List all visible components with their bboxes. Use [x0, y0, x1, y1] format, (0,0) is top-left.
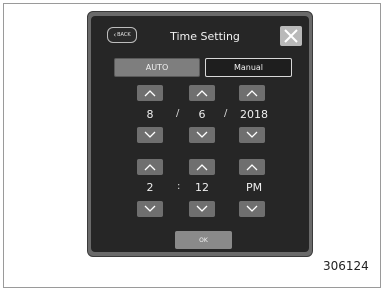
figure-number: 306124	[323, 259, 369, 273]
time-separator: :	[177, 181, 181, 192]
month-up-button[interactable]	[137, 85, 163, 101]
day-up-button[interactable]	[189, 85, 215, 101]
back-label: BACK	[117, 32, 131, 38]
period-value: PM	[245, 181, 263, 194]
minute-value: 12	[195, 181, 209, 194]
manual-mode-button[interactable]: Manual	[205, 58, 292, 77]
auto-mode-button[interactable]: AUTO	[114, 58, 200, 77]
ok-button[interactable]: OK	[175, 231, 232, 249]
chevron-down-icon	[246, 131, 258, 138]
chevron-up-icon	[196, 164, 208, 171]
chevron-down-icon	[246, 205, 258, 212]
chevron-left-icon: ‹	[113, 31, 117, 39]
chevron-up-icon	[196, 90, 208, 97]
chevron-down-icon	[196, 205, 208, 212]
close-button[interactable]	[280, 26, 302, 46]
year-up-button[interactable]	[239, 85, 265, 101]
year-value: 2018	[240, 108, 268, 121]
chevron-down-icon	[144, 205, 156, 212]
hour-down-button[interactable]	[137, 201, 163, 217]
chevron-up-icon	[246, 164, 258, 171]
chevron-up-icon	[144, 90, 156, 97]
chevron-up-icon	[246, 90, 258, 97]
back-button[interactable]: ‹ BACK	[107, 27, 137, 43]
date-separator: /	[176, 108, 180, 119]
chevron-down-icon	[144, 131, 156, 138]
month-value: 8	[146, 108, 154, 121]
page-title: Time Setting	[170, 30, 240, 43]
month-down-button[interactable]	[137, 127, 163, 143]
period-down-button[interactable]	[239, 201, 265, 217]
day-down-button[interactable]	[189, 127, 215, 143]
day-value: 6	[198, 108, 206, 121]
period-up-button[interactable]	[239, 159, 265, 175]
minute-down-button[interactable]	[189, 201, 215, 217]
hour-value: 2	[146, 181, 154, 194]
chevron-up-icon	[144, 164, 156, 171]
chevron-down-icon	[196, 131, 208, 138]
close-icon	[284, 29, 298, 43]
hour-up-button[interactable]	[137, 159, 163, 175]
year-down-button[interactable]	[239, 127, 265, 143]
minute-up-button[interactable]	[189, 159, 215, 175]
date-separator: /	[224, 108, 228, 119]
